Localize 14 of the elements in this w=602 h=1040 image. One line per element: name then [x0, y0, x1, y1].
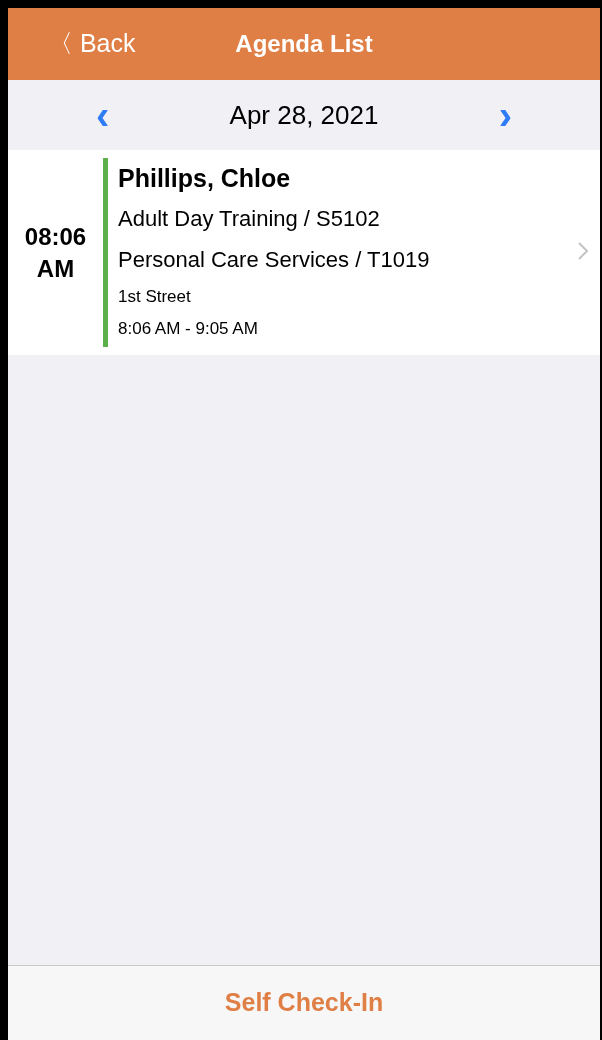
appointment-row[interactable]: 08:06 AM Phillips, Chloe Adult Day Training / S5102 Personal Care Services / T1019 1st Street 8:06 AM - 9:05 AM [8, 150, 600, 355]
time-range: 8:06 AM - 9:05 AM [118, 318, 258, 340]
service-label: Adult Day Training / S5102 [118, 205, 380, 233]
previous-day-button[interactable]: ‹ [96, 95, 110, 135]
client-name: Phillips, Chloe [118, 163, 291, 194]
back-button[interactable]: 〈 Back [48, 25, 136, 63]
chevron-right-icon [578, 242, 588, 260]
date-label: Apr 28, 2021 [229, 98, 379, 132]
nav-title: Agenda List [235, 29, 373, 59]
next-day-button[interactable]: › [498, 95, 512, 135]
service-label: Personal Care Services / T1019 [118, 246, 430, 274]
appointment-time: 08:06 AM [24, 221, 87, 284]
self-check-in-button[interactable]: Self Check-In [224, 984, 384, 1022]
location-label: 1st Street [118, 286, 191, 308]
